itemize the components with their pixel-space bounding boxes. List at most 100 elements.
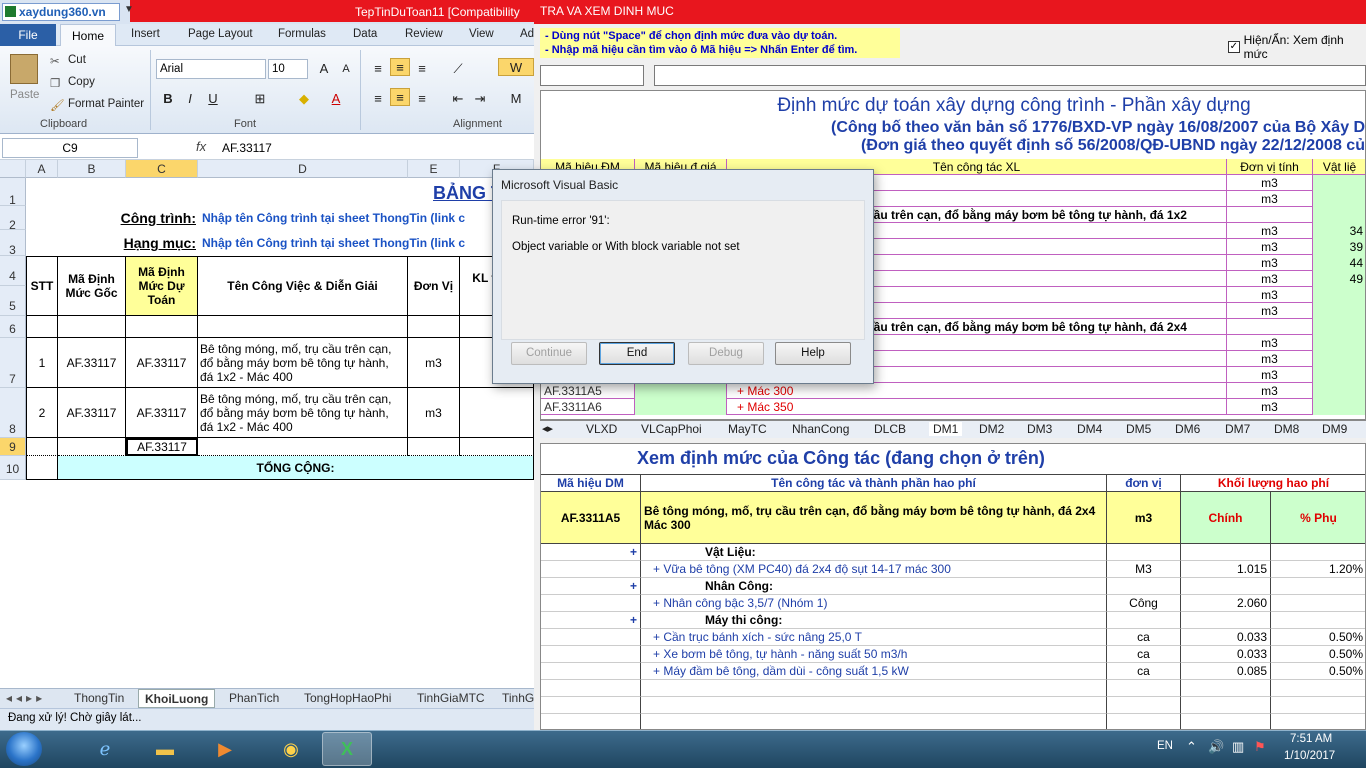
name-box[interactable]: C9: [2, 138, 138, 158]
increase-indent-icon[interactable]: ⇥: [470, 90, 490, 108]
table-row-2-stt[interactable]: 2: [26, 388, 58, 438]
ie-icon[interactable]: ℯ: [80, 732, 130, 766]
tab-page-layout[interactable]: Page Layout: [188, 28, 253, 40]
sheet-tab-khoiluong[interactable]: KhoiLuong: [138, 689, 216, 708]
media-player-icon[interactable]: ▶: [200, 732, 250, 766]
table-row-1-don-vi[interactable]: m3: [408, 338, 460, 388]
align-bottom-icon[interactable]: ≡: [412, 60, 432, 78]
wrap-text-icon[interactable]: W: [498, 58, 534, 76]
table-row-2-don-vi[interactable]: m3: [408, 388, 460, 438]
decrease-indent-icon[interactable]: ⇤: [448, 90, 468, 108]
row-header-6[interactable]: 6: [0, 316, 26, 338]
tab-data[interactable]: Data: [353, 28, 377, 40]
sheet-nav-arrows-icon[interactable]: ◂◂▸▸: [6, 691, 46, 705]
debug-button[interactable]: Debug: [688, 342, 764, 365]
row-header-1[interactable]: 1: [0, 178, 26, 207]
explorer-icon[interactable]: ▬: [140, 732, 190, 766]
sheet-tab-tonghophaophi[interactable]: TongHopHaoPhi: [304, 691, 391, 705]
format-painter-button[interactable]: Format Painter: [68, 98, 144, 110]
font-name-box[interactable]: Arial: [156, 59, 266, 79]
dm-tab-vlcapphoi[interactable]: VLCapPhoi: [641, 422, 702, 436]
row-header-3[interactable]: 3: [0, 230, 26, 257]
copy-button[interactable]: Copy: [68, 76, 95, 88]
row-header-10[interactable]: 10: [0, 456, 26, 480]
align-center-icon[interactable]: ≡: [390, 88, 410, 106]
tray-up-icon[interactable]: ⌃: [1186, 739, 1197, 755]
tab-home[interactable]: Home: [60, 24, 116, 47]
row-header-5[interactable]: 5: [0, 286, 26, 316]
row-header-7[interactable]: 7: [0, 338, 26, 388]
align-middle-icon[interactable]: ≡: [390, 58, 410, 76]
close-icon[interactable]: [1312, 0, 1366, 22]
font-size-box[interactable]: 10: [268, 59, 308, 79]
table-row-1-ma-goc[interactable]: AF.33117: [58, 338, 126, 388]
italic-button[interactable]: I: [180, 90, 200, 108]
table-row-2-ten[interactable]: Bê tông móng, mố, trụ cầu trên cạn, đổ b…: [198, 388, 408, 438]
sheet-tab-thongtin[interactable]: ThongTin: [74, 691, 124, 705]
dm-tab-dm8[interactable]: DM8: [1274, 422, 1299, 436]
ten-cong-tac-input[interactable]: [654, 65, 1366, 86]
dm-tab-dlcb[interactable]: DLCB: [874, 422, 906, 436]
cut-icon[interactable]: ✂: [50, 54, 60, 68]
table-row-2-ma-du-toan[interactable]: AF.33117: [126, 388, 198, 438]
cell-e9[interactable]: [408, 438, 460, 456]
paste-button[interactable]: Paste: [10, 89, 39, 101]
dm-tab-dm7[interactable]: DM7: [1225, 422, 1250, 436]
toggle-xem-dinh-muc[interactable]: ✓ Hiện/Ẩn: Xem định mức: [1228, 33, 1366, 61]
dm-tab-dm5[interactable]: DM5: [1126, 422, 1151, 436]
cell-a6[interactable]: [26, 316, 58, 338]
align-left-icon[interactable]: ≡: [368, 90, 388, 108]
continue-button[interactable]: Continue: [511, 342, 587, 365]
cut-button[interactable]: Cut: [68, 54, 86, 66]
cell-a10[interactable]: [26, 456, 58, 480]
select-all-corner[interactable]: [0, 160, 26, 178]
dm-row[interactable]: AF.3311A5 + Mác 300 m3: [541, 383, 1365, 399]
col-header-e[interactable]: E: [408, 160, 460, 178]
copy-icon[interactable]: ❐: [50, 76, 60, 90]
chrome-icon[interactable]: ◉: [266, 732, 316, 766]
language-indicator[interactable]: EN: [1157, 740, 1173, 752]
dm-tab-vlxd[interactable]: VLXD: [586, 422, 617, 436]
cell-b9[interactable]: [58, 438, 126, 456]
col-header-a[interactable]: A: [26, 160, 58, 178]
cell-a9[interactable]: [26, 438, 58, 456]
dm-tab-maytc[interactable]: MayTC: [728, 422, 767, 436]
merge-center-icon[interactable]: M: [498, 90, 534, 108]
col-header-d[interactable]: D: [198, 160, 408, 178]
align-right-icon[interactable]: ≡: [412, 90, 432, 108]
fill-color-icon[interactable]: ◆: [294, 90, 314, 108]
table-row-2-kl[interactable]: [460, 388, 534, 438]
tab-review[interactable]: Review: [405, 28, 443, 40]
dm-tab-dm9[interactable]: DM9: [1322, 422, 1347, 436]
sheet-tab-tinhg[interactable]: TinhG: [502, 691, 534, 705]
cell-d6[interactable]: [198, 316, 408, 338]
font-color-icon[interactable]: A: [326, 90, 346, 108]
table-row-2-ma-goc[interactable]: AF.33117: [58, 388, 126, 438]
end-button[interactable]: End: [599, 342, 675, 365]
hang-muc-value[interactable]: Nhập tên Công trình tại sheet ThongTin (…: [200, 230, 534, 256]
cell-d9[interactable]: [198, 438, 408, 456]
dm-tab-nhancong[interactable]: NhanCong: [792, 422, 849, 436]
tab-file[interactable]: File: [0, 24, 56, 46]
orientation-icon[interactable]: ⟋: [448, 60, 468, 78]
formula-input[interactable]: AF.33117: [222, 141, 272, 155]
cell-b6[interactable]: [58, 316, 126, 338]
col-header-b[interactable]: B: [58, 160, 126, 178]
dm-tab-dm4[interactable]: DM4: [1077, 422, 1102, 436]
cell-c6[interactable]: [126, 316, 198, 338]
tab-add-ins[interactable]: Ad: [520, 28, 534, 40]
cell-c9-selected[interactable]: AF.33117: [126, 438, 198, 456]
row-header-2[interactable]: 2: [0, 206, 26, 232]
action-center-icon[interactable]: ⚑: [1254, 739, 1266, 755]
table-row-1-ma-du-toan[interactable]: AF.33117: [126, 338, 198, 388]
dm-tab-dm2[interactable]: DM2: [979, 422, 1004, 436]
start-button-icon[interactable]: [6, 732, 42, 766]
clock-time[interactable]: 7:51 AM: [1290, 733, 1332, 745]
clock-date[interactable]: 1/10/2017: [1284, 750, 1335, 762]
sheet-tab-phantich[interactable]: PhanTich: [229, 691, 279, 705]
tab-view[interactable]: View: [469, 28, 494, 40]
underline-button[interactable]: U: [203, 90, 223, 108]
checkbox-icon[interactable]: ✓: [1228, 41, 1240, 53]
bold-button[interactable]: B: [158, 90, 178, 108]
cong-trinh-value[interactable]: Nhập tên Công trình tại sheet ThongTin (…: [200, 206, 534, 230]
